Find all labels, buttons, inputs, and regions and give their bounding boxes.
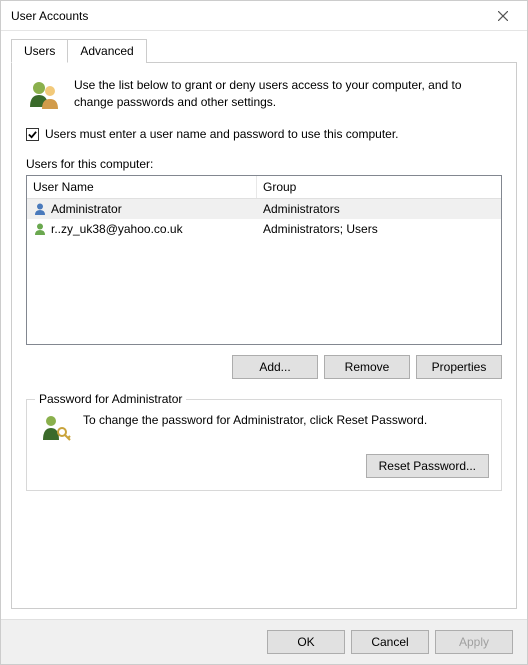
cell-username-text: r..zy_uk38@yahoo.co.uk: [51, 222, 183, 236]
cell-username: Administrator: [27, 200, 257, 218]
properties-button[interactable]: Properties: [416, 355, 502, 379]
users-list-label: Users for this computer:: [26, 157, 502, 171]
cell-username: r..zy_uk38@yahoo.co.uk: [27, 220, 257, 238]
tab-advanced[interactable]: Advanced: [68, 39, 146, 63]
content-area: Users Advanced Use the list below to gra…: [1, 31, 527, 619]
password-text: To change the password for Administrator…: [83, 412, 489, 429]
ok-button[interactable]: OK: [267, 630, 345, 654]
user-accounts-window: User Accounts Users Advanced Use the lis…: [0, 0, 528, 665]
listview-body: Administrator Administrators r..zy_uk38@…: [27, 199, 501, 239]
close-button[interactable]: [483, 2, 523, 30]
password-groupbox: Password for Administrator To change the…: [26, 399, 502, 491]
users-icon: [26, 77, 62, 113]
column-header-group[interactable]: Group: [257, 176, 501, 198]
listview-header: User Name Group: [27, 176, 501, 199]
require-login-row: Users must enter a user name and passwor…: [26, 127, 502, 141]
dialog-footer: OK Cancel Apply: [1, 619, 527, 664]
users-listview[interactable]: User Name Group Administrator Administra…: [26, 175, 502, 345]
table-row[interactable]: r..zy_uk38@yahoo.co.uk Administrators; U…: [27, 219, 501, 239]
password-row: To change the password for Administrator…: [39, 412, 489, 444]
require-login-label: Users must enter a user name and passwor…: [45, 127, 399, 141]
add-button[interactable]: Add...: [232, 355, 318, 379]
titlebar: User Accounts: [1, 1, 527, 31]
table-row[interactable]: Administrator Administrators: [27, 199, 501, 219]
password-group-title: Password for Administrator: [35, 392, 186, 406]
apply-button[interactable]: Apply: [435, 630, 513, 654]
window-title: User Accounts: [11, 9, 88, 23]
password-button-row: Reset Password...: [39, 454, 489, 478]
user-key-icon: [39, 412, 71, 444]
user-icon: [33, 222, 47, 236]
user-button-row: Add... Remove Properties: [26, 355, 502, 379]
tab-users[interactable]: Users: [11, 39, 68, 63]
tab-bar: Users Advanced: [11, 39, 517, 63]
intro-text: Use the list below to grant or deny user…: [74, 77, 502, 113]
cell-group: Administrators; Users: [257, 220, 501, 238]
tab-panel-users: Use the list below to grant or deny user…: [11, 62, 517, 609]
user-icon: [33, 202, 47, 216]
cell-username-text: Administrator: [51, 202, 122, 216]
remove-button[interactable]: Remove: [324, 355, 410, 379]
cancel-button[interactable]: Cancel: [351, 630, 429, 654]
column-header-username[interactable]: User Name: [27, 176, 257, 198]
cell-group: Administrators: [257, 200, 501, 218]
require-login-checkbox[interactable]: [26, 128, 39, 141]
reset-password-button[interactable]: Reset Password...: [366, 454, 489, 478]
intro-section: Use the list below to grant or deny user…: [26, 77, 502, 113]
